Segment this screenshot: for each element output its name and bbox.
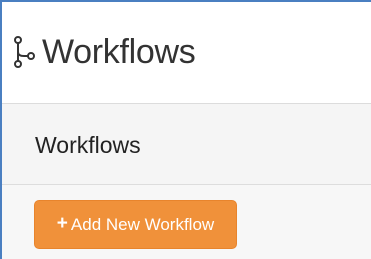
workflow-branch-icon [14, 36, 35, 68]
add-new-workflow-label: Add New Workflow [70, 214, 215, 234]
panel-title: Workflows [35, 132, 141, 158]
panel-heading: Workflows [2, 104, 371, 185]
page-header: Workflows [2, 2, 371, 104]
page-title: Workflows [42, 33, 196, 71]
plus-icon: + [56, 213, 68, 234]
panel-body: + Add New Workflow [2, 185, 371, 259]
app-frame: Workflows Workflows + Add New Workflow [0, 0, 371, 259]
workflows-panel: Workflows + Add New Workflow [2, 104, 371, 259]
add-new-workflow-button[interactable]: + Add New Workflow [34, 200, 237, 249]
page-title-wrap: Workflows [12, 32, 196, 72]
